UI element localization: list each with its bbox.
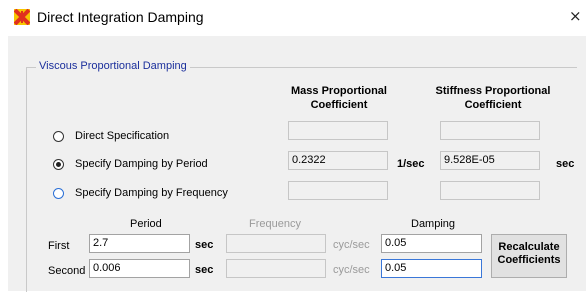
stiffness-header-line1: Stiffness Proportional xyxy=(435,85,551,97)
mass-header-line2: Coefficient xyxy=(310,99,368,111)
group-label: Viscous Proportional Damping xyxy=(36,60,190,72)
close-icon[interactable]: × xyxy=(569,7,582,25)
frequency-mass-coefficient-field[interactable] xyxy=(288,181,388,200)
radio-damping-by-period[interactable] xyxy=(53,159,64,170)
radio-label-damping-by-period: Specify Damping by Period xyxy=(75,158,208,170)
frequency-column-header: Frequency xyxy=(249,218,301,230)
mass-coefficient-header: Mass Proportional Coefficient xyxy=(288,84,390,112)
mass-coefficient-unit: 1/sec xyxy=(397,158,425,170)
direct-mass-coefficient-field[interactable] xyxy=(288,121,388,140)
first-frequency-unit: cyc/sec xyxy=(333,239,370,251)
mass-header-line1: Mass Proportional xyxy=(291,85,387,97)
radio-label-direct-specification: Direct Specification xyxy=(75,130,170,142)
second-frequency-field[interactable] xyxy=(226,259,326,278)
row-label-second: Second xyxy=(48,265,86,277)
second-damping-field[interactable]: 0.05 xyxy=(381,259,482,278)
second-period-unit: sec xyxy=(195,264,214,276)
radio-label-damping-by-frequency: Specify Damping by Frequency xyxy=(75,187,228,199)
direct-stiffness-coefficient-field[interactable] xyxy=(440,121,540,140)
recalculate-coefficients-button[interactable]: Recalculate Coefficients xyxy=(491,234,567,278)
row-label-first: First xyxy=(48,240,70,252)
stiffness-header-line2: Coefficient xyxy=(464,99,522,111)
radio-damping-by-frequency[interactable] xyxy=(53,188,64,199)
period-stiffness-coefficient-field[interactable]: 9.528E-05 xyxy=(440,151,540,170)
first-damping-field[interactable]: 0.05 xyxy=(381,234,482,253)
period-column-header: Period xyxy=(130,218,162,230)
first-frequency-field[interactable] xyxy=(226,234,326,253)
damping-column-header: Damping xyxy=(411,218,456,230)
radio-direct-specification[interactable] xyxy=(53,131,64,142)
frequency-stiffness-coefficient-field[interactable] xyxy=(440,181,540,200)
recalculate-button-line1: Recalculate xyxy=(498,241,560,253)
window-title: Direct Integration Damping xyxy=(37,9,204,25)
damping-app-icon xyxy=(13,8,31,26)
recalculate-button-line2: Coefficients xyxy=(497,254,561,266)
second-period-field[interactable]: 0.006 xyxy=(89,259,190,278)
stiffness-coefficient-unit: sec xyxy=(556,158,575,170)
stiffness-coefficient-header: Stiffness Proportional Coefficient xyxy=(432,84,554,112)
first-period-unit: sec xyxy=(195,239,214,251)
first-period-field[interactable]: 2.7 xyxy=(89,234,190,253)
second-frequency-unit: cyc/sec xyxy=(333,264,370,276)
period-mass-coefficient-field[interactable]: 0.2322 xyxy=(288,151,388,170)
